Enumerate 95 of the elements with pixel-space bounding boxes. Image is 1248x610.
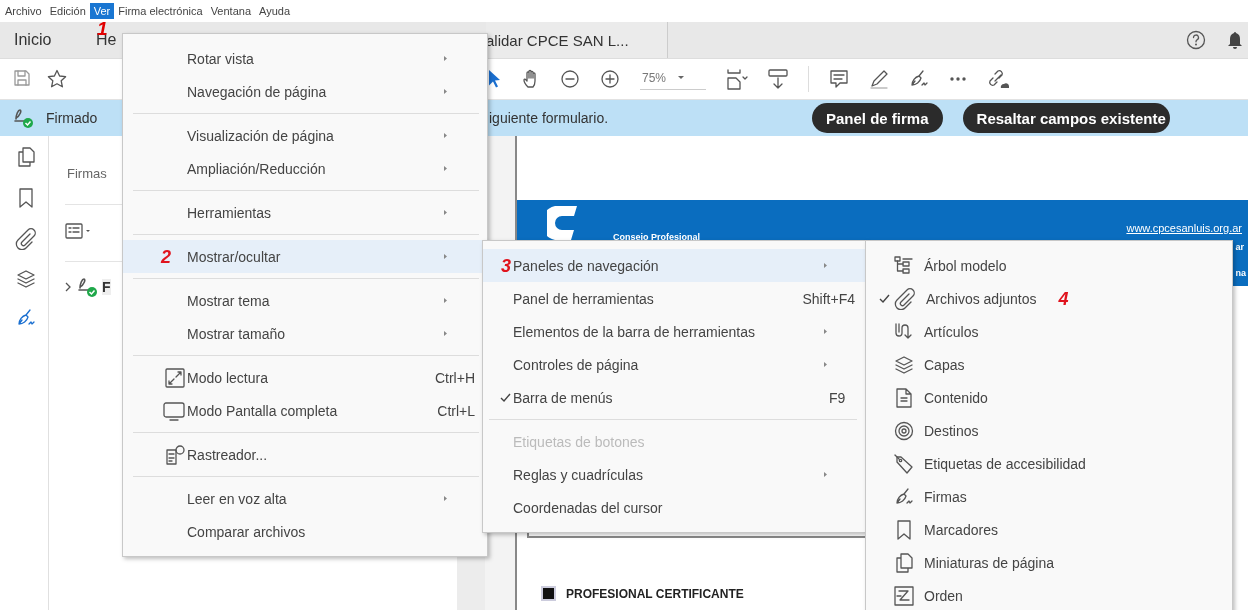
tag-icon (894, 453, 914, 474)
paperclip-icon (894, 287, 916, 310)
pages-icon[interactable] (16, 146, 36, 168)
submenu-arrow-icon (444, 166, 447, 171)
step-number: 2 (161, 247, 171, 266)
submenu-arrow-icon (444, 298, 447, 303)
submenu-arrow-icon (824, 362, 827, 367)
banner-button[interactable]: Panel de firma (812, 103, 943, 133)
menu-item[interactable]: Árbol modelo (866, 249, 1232, 282)
menu-item[interactable]: Destinos (866, 414, 1232, 447)
signature-valid-icon (12, 107, 34, 129)
tab[interactable]: Inicio (0, 22, 96, 58)
menu-item[interactable]: Marcadores (866, 513, 1232, 546)
star-icon[interactable] (47, 69, 67, 89)
menu-item[interactable]: Archivo (1, 3, 46, 19)
header-text: ar (1235, 242, 1245, 252)
menu-item[interactable]: Artículos (866, 315, 1232, 348)
submenu-arrow-icon (824, 329, 827, 334)
scroll-mode-icon[interactable] (768, 69, 788, 89)
submenu-arrow-icon (444, 254, 447, 259)
submenu-arrow-icon (444, 331, 447, 336)
order-icon (894, 585, 914, 606)
menu-item[interactable]: Orden (866, 579, 1232, 610)
submenu-arrow-icon (444, 496, 447, 501)
submenu-arrow-icon (444, 56, 447, 61)
expand-icon (165, 367, 185, 388)
more-icon[interactable] (949, 76, 967, 82)
monitor-icon (163, 400, 185, 421)
menu-item[interactable]: Etiquetas de accesibilidad (866, 447, 1232, 480)
menu-item[interactable]: Visualización de página (123, 119, 487, 152)
chevron-icon[interactable] (65, 282, 72, 292)
menu-item[interactable]: Ampliación/Reducción (123, 152, 487, 185)
submenu-arrow-icon (444, 210, 447, 215)
header-text: na (1235, 268, 1246, 278)
menu-item[interactable]: Firma electrónica (114, 3, 207, 19)
submenu-arrow-icon (444, 133, 447, 138)
menu-item[interactable]: Edición (45, 3, 90, 19)
menu-item[interactable]: Rotar vista (123, 42, 487, 75)
document-icon (894, 387, 914, 408)
panel-title: Firmas (67, 166, 107, 181)
bell-icon[interactable] (1226, 30, 1244, 50)
bullet-square (541, 586, 556, 601)
menu-item[interactable]: Miniaturas de página (866, 546, 1232, 579)
bookmark-icon[interactable] (16, 187, 36, 209)
save-icon[interactable] (13, 69, 31, 87)
menu-item[interactable]: Archivos adjuntos 4 (866, 282, 1232, 315)
menu-item[interactable]: Ayuda (255, 3, 294, 19)
organization-name: Consejo Profesional (613, 232, 701, 242)
help-icon[interactable] (1186, 30, 1206, 50)
caret-icon (678, 76, 685, 79)
shortcut-text: Shift+F4 (802, 290, 855, 307)
sign-icon (894, 486, 914, 507)
comment-icon[interactable] (829, 69, 849, 89)
target-icon (894, 420, 914, 441)
menu-item[interactable]: 3 Paneles de navegación (483, 249, 865, 282)
shortcut-text: Ctrl+H (434, 369, 475, 386)
sign-icon[interactable] (16, 308, 36, 328)
submenu-arrow-icon (824, 263, 827, 268)
layers-icon[interactable] (16, 269, 36, 289)
bookmark-icon (894, 518, 914, 541)
banner-text: Firmado (46, 110, 99, 126)
submenu-arrow-icon (444, 89, 447, 94)
menu-item[interactable]: Ver (89, 3, 115, 19)
zoom-in-icon[interactable] (600, 69, 620, 89)
fit-page-icon[interactable] (726, 68, 748, 90)
shortcut-text: Ctrl+L (437, 402, 475, 419)
step-number: 4 (1058, 289, 1069, 308)
submenu-arrow-icon (824, 472, 827, 477)
pointer-icon[interactable] (486, 69, 502, 89)
banner-text: iguiente formulario. (489, 110, 610, 126)
section-heading: PROFESIONAL CERTIFICANTE (566, 586, 744, 601)
signature-valid-icon (76, 276, 98, 298)
menu-item[interactable]: Capas (866, 348, 1232, 381)
menu-item[interactable]: Herramientas (123, 196, 487, 229)
paperclip-icon[interactable] (15, 228, 37, 250)
step-number: 3 (501, 256, 511, 275)
pen-icon[interactable] (869, 69, 889, 89)
pages-icon (894, 551, 914, 574)
zoom-out-icon[interactable] (560, 69, 580, 89)
zoom-dropdown[interactable]: 75% (640, 68, 706, 90)
tab[interactable]: alidar CPCE SAN L... (486, 22, 668, 58)
tree-icon (894, 255, 914, 276)
link-icon[interactable] (987, 69, 1009, 89)
signature-name: F (102, 279, 111, 295)
menu-item[interactable]: Firmas (866, 480, 1232, 513)
options-icon[interactable] (65, 223, 91, 239)
layers-icon (894, 354, 914, 375)
menu-item[interactable]: Contenido (866, 381, 1232, 414)
website-link[interactable]: www.cpcesanluis.org.ar (1126, 222, 1242, 234)
menu-item[interactable]: Ventana (206, 3, 255, 19)
shortcut-text: F9 (829, 389, 846, 406)
tracker-icon (165, 444, 185, 465)
menu-item[interactable]: Navegación de página (123, 75, 487, 108)
banner-button[interactable]: Resaltar campos existente (962, 103, 1170, 133)
sign-icon[interactable] (909, 69, 929, 89)
